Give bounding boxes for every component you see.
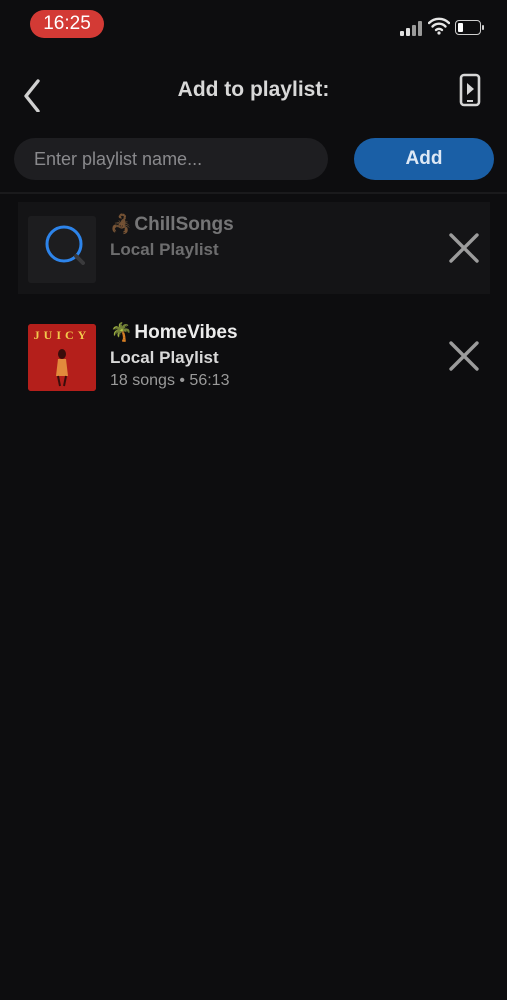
wifi-icon bbox=[428, 17, 450, 35]
playlist-meta: 18 songs • 56:13 bbox=[110, 372, 230, 389]
playlist-item-homevibes[interactable]: JUICY 🌴 HomeVibes Local Playlist 18 songs… bbox=[18, 310, 490, 402]
add-button[interactable]: Add bbox=[354, 138, 494, 180]
album-cover-image: JUICY bbox=[28, 324, 96, 391]
divider bbox=[0, 192, 507, 194]
playlist-type: Local Playlist bbox=[110, 348, 219, 367]
playlist-item-chillsongs[interactable]: 🦂 ChillSongs Local Playlist bbox=[18, 202, 490, 294]
svg-text:JUICY: JUICY bbox=[34, 328, 91, 342]
status-bar: 16:25 bbox=[0, 0, 507, 48]
battery-icon bbox=[455, 20, 484, 35]
phone-play-icon bbox=[459, 73, 481, 107]
playlist-name: 🦂 ChillSongs bbox=[110, 214, 234, 235]
status-time: 16:25 bbox=[30, 10, 104, 38]
search-icon bbox=[45, 225, 85, 265]
close-icon bbox=[449, 341, 479, 371]
page-title: Add to playlist: bbox=[177, 78, 330, 101]
device-playback-button[interactable] bbox=[452, 70, 488, 110]
playlist-type: Local Playlist bbox=[110, 240, 219, 259]
remove-playlist-button[interactable] bbox=[446, 338, 482, 374]
playlist-name-input[interactable] bbox=[14, 138, 328, 180]
playlist-name: 🌴 HomeVibes bbox=[110, 322, 238, 343]
header: Add to playlist: bbox=[0, 60, 507, 120]
cellular-signal-icon bbox=[400, 20, 424, 36]
close-icon bbox=[449, 233, 479, 263]
new-playlist-row: Add bbox=[0, 138, 507, 182]
remove-playlist-button[interactable] bbox=[446, 230, 482, 266]
